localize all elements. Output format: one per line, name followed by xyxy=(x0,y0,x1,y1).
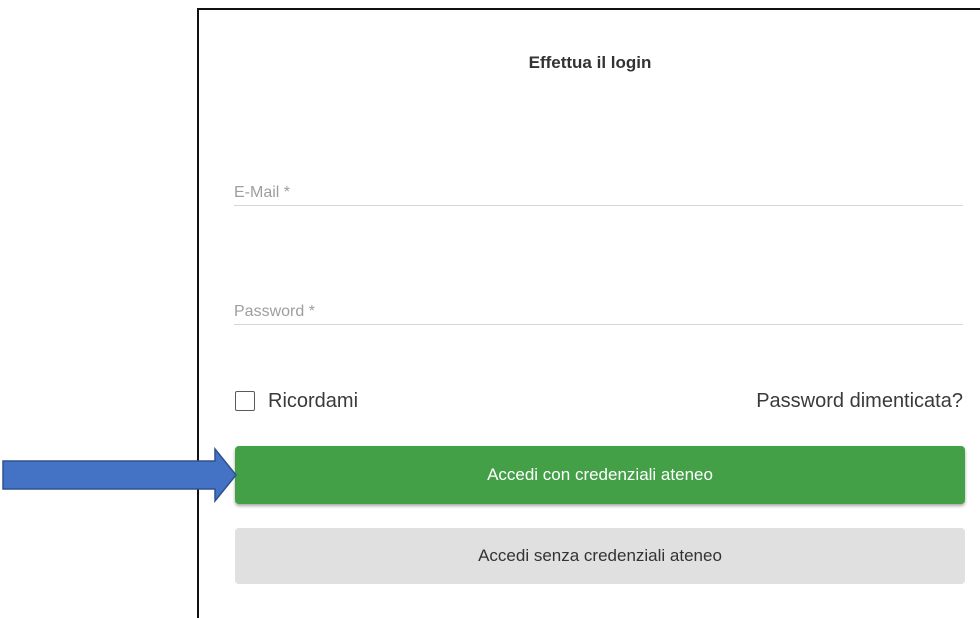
email-input[interactable] xyxy=(234,184,963,202)
login-university-button-label: Accedi con credenziali ateneo xyxy=(487,465,713,484)
password-field[interactable] xyxy=(234,284,963,325)
annotation-arrow-shape xyxy=(2,446,237,504)
login-guest-button[interactable]: Accedi senza credenziali ateneo xyxy=(235,528,965,584)
email-field[interactable] xyxy=(234,165,963,206)
login-screen: Effettua il login Ricordami Password dim… xyxy=(0,0,980,618)
page-title: Effettua il login xyxy=(528,53,652,72)
login-university-button[interactable]: Accedi con credenziali ateneo xyxy=(235,446,965,504)
remember-label[interactable]: Ricordami xyxy=(268,390,358,413)
password-input[interactable] xyxy=(234,303,963,321)
login-guest-button-label: Accedi senza credenziali ateneo xyxy=(478,546,722,565)
forgot-password-link[interactable]: Password dimenticata? xyxy=(756,390,963,413)
arrow-right-icon xyxy=(2,446,237,504)
